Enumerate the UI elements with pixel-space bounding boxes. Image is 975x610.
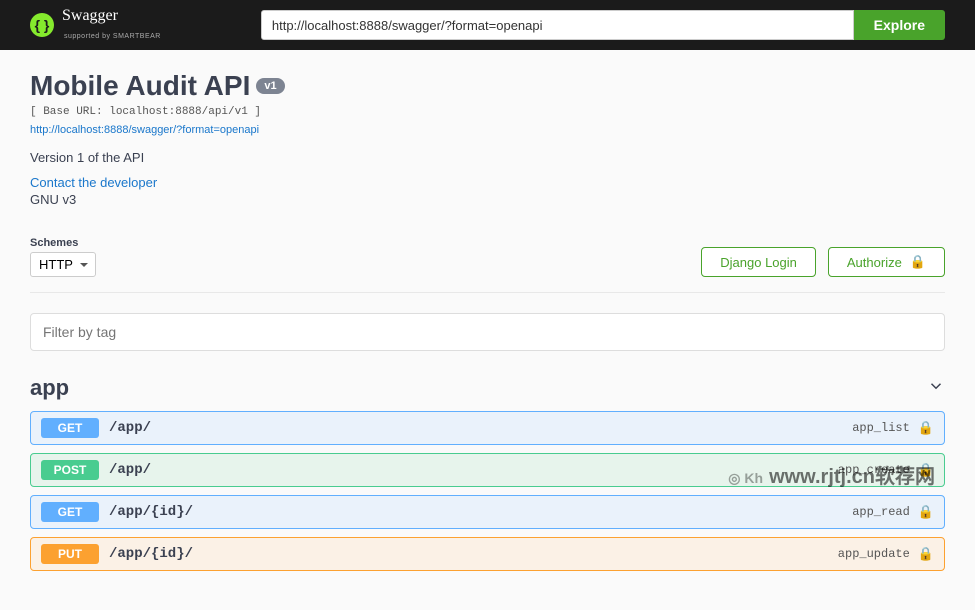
api-title: Mobile Audit API — [30, 70, 250, 102]
method-badge: GET — [41, 502, 99, 522]
operation-row[interactable]: PUT/app/{id}/app_update 🔒 — [30, 537, 945, 571]
authorize-button[interactable]: Authorize 🔒 — [828, 247, 945, 277]
tag-header[interactable]: app — [30, 369, 945, 411]
lock-icon: 🔒 — [910, 254, 926, 270]
brand-name: Swagger — [62, 7, 118, 24]
operation-path: /app/ — [109, 420, 852, 436]
operations-list: GET/app/app_list🔒POST/app/app_create🔒GET… — [30, 411, 945, 571]
lock-icon: 🔒 — [918, 462, 934, 478]
brand-text: Swagger supported by SMARTBEAR — [62, 7, 161, 43]
operation-row[interactable]: GET/app/app_list 🔒 — [30, 411, 945, 445]
operation-path: /app/ — [109, 462, 838, 478]
operation-id: app_create — [838, 463, 910, 477]
operation-id: app_update — [838, 547, 910, 561]
operation-id: app_read — [852, 505, 910, 519]
url-input[interactable] — [261, 10, 854, 40]
tag-name: app — [30, 375, 69, 401]
version-badge: v1 — [256, 78, 284, 94]
explore-button[interactable]: Explore — [854, 10, 945, 40]
operation-id: app_list — [852, 421, 910, 435]
lock-icon: 🔒 — [918, 420, 934, 436]
lock-icon: 🔒 — [918, 504, 934, 520]
method-badge: PUT — [41, 544, 99, 564]
operation-row[interactable]: POST/app/app_create 🔒 — [30, 453, 945, 487]
lock-icon: 🔒 — [918, 546, 934, 562]
schemes-label: Schemes — [30, 237, 96, 249]
contact-link[interactable]: Contact the developer — [30, 175, 945, 190]
django-login-button[interactable]: Django Login — [701, 247, 816, 277]
brand-sub: supported by SMARTBEAR — [64, 33, 161, 40]
schemes-select[interactable]: HTTP — [30, 252, 96, 277]
operation-path: /app/{id}/ — [109, 504, 852, 520]
chevron-down-icon — [927, 377, 945, 400]
license-text: GNU v3 — [30, 192, 945, 207]
swagger-url-link[interactable]: http://localhost:8888/swagger/?format=op… — [30, 124, 259, 136]
topbar: { } Swagger supported by SMARTBEAR Explo… — [0, 0, 975, 50]
swagger-icon: { } — [30, 13, 54, 37]
schemes-row: Schemes HTTP Django Login Authorize 🔒 — [30, 237, 945, 293]
method-badge: GET — [41, 418, 99, 438]
api-info: Mobile Audit API v1 [ Base URL: localhos… — [30, 70, 945, 207]
api-description: Version 1 of the API — [30, 150, 945, 165]
base-url: [ Base URL: localhost:8888/api/v1 ] — [30, 106, 945, 118]
operation-path: /app/{id}/ — [109, 546, 838, 562]
method-badge: POST — [41, 460, 99, 480]
filter-input[interactable] — [30, 313, 945, 351]
logo: { } Swagger supported by SMARTBEAR — [30, 7, 161, 43]
